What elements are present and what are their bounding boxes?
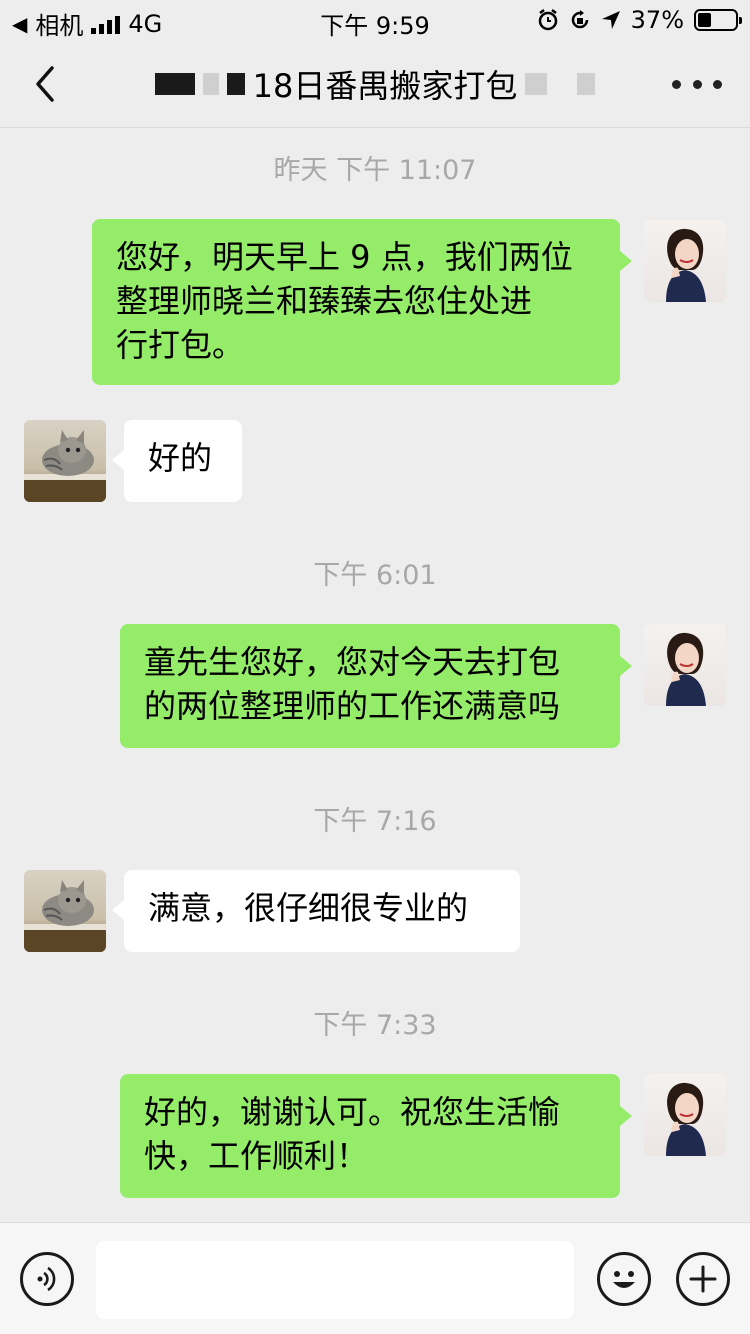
incoming-message[interactable]: 好的 [112,420,242,502]
nav-bar: 18日番禺搬家打包 [0,40,750,128]
message-line: 满意，很仔细很专业的 [148,889,469,927]
battery-percent: 37% [630,6,684,34]
redaction-mark [202,73,219,95]
rotation-lock-icon [571,10,588,29]
more-dots-icon [672,79,681,89]
voice-icon [37,1266,56,1292]
my-avatar[interactable] [644,220,726,302]
contact-avatar[interactable] [24,870,106,952]
emoji-icon [613,1271,635,1288]
outgoing-message[interactable]: 您好，明天早上 9 点，我们两位 整理师晓兰和臻臻去您住处进 行打包。 [92,219,632,385]
redaction-mark [226,73,245,95]
message-line: 快，工作顺利！ [144,1137,369,1175]
more-functions-button[interactable] [676,1252,730,1306]
location-icon [601,11,620,29]
message-line: 好的，谢谢认可。祝您生活愉 [144,1093,561,1131]
chat-title-text: 18日番禺搬家打包 [252,67,518,105]
woman-avatar-image [666,632,706,706]
my-avatar[interactable] [644,624,726,706]
status-bar: ◀ 相机 4G 下午 9:59 37% [0,0,750,40]
incoming-message[interactable]: 满意，很仔细很专业的 [112,870,520,952]
redaction-mark [154,73,195,95]
plus-icon [689,1265,717,1293]
chat-title: 18日番禺搬家打包 [154,61,596,107]
contact-avatar[interactable] [24,420,106,502]
outgoing-message[interactable]: 好的，谢谢认可。祝您生活愉 快，工作顺利！ [120,1074,632,1198]
status-right: 37% [537,6,742,34]
message-timestamp: 昨天 下午 11:07 [273,155,477,186]
outgoing-message[interactable]: 童先生您好，您对今天去打包 的两位整理师的工作还满意吗 [120,624,632,748]
redaction-mark [525,73,548,95]
alarm-icon [538,9,557,31]
cat-avatar-image [24,880,106,952]
more-dots-icon [692,79,702,89]
message-timestamp: 下午 6:01 [313,560,437,591]
input-bar [0,1222,750,1334]
chevron-left-icon [36,66,54,102]
more-dots-icon [713,79,722,89]
voice-button[interactable] [20,1252,74,1306]
cat-avatar-image [24,430,106,502]
message-line: 的两位整理师的工作还满意吗 [144,687,561,725]
emoji-button[interactable] [597,1252,651,1306]
message-input[interactable] [96,1241,574,1319]
back-button[interactable] [28,62,68,106]
battery-icon [694,9,742,31]
nav-divider [0,127,750,128]
more-button[interactable] [672,66,722,102]
message-line: 行打包。 [116,326,245,364]
my-avatar[interactable] [644,1074,726,1156]
woman-avatar-image [666,1082,706,1156]
redaction-mark [577,73,596,95]
message-line: 好的 [148,439,213,477]
message-timestamp: 下午 7:33 [313,1010,437,1041]
woman-avatar-image [666,228,706,302]
message-line: 您好，明天早上 9 点，我们两位 [116,238,573,276]
message-line: 整理师晓兰和臻臻去您住处进 [116,282,533,320]
message-timestamp: 下午 7:16 [313,806,437,837]
message-line: 童先生您好，您对今天去打包 [144,643,561,681]
